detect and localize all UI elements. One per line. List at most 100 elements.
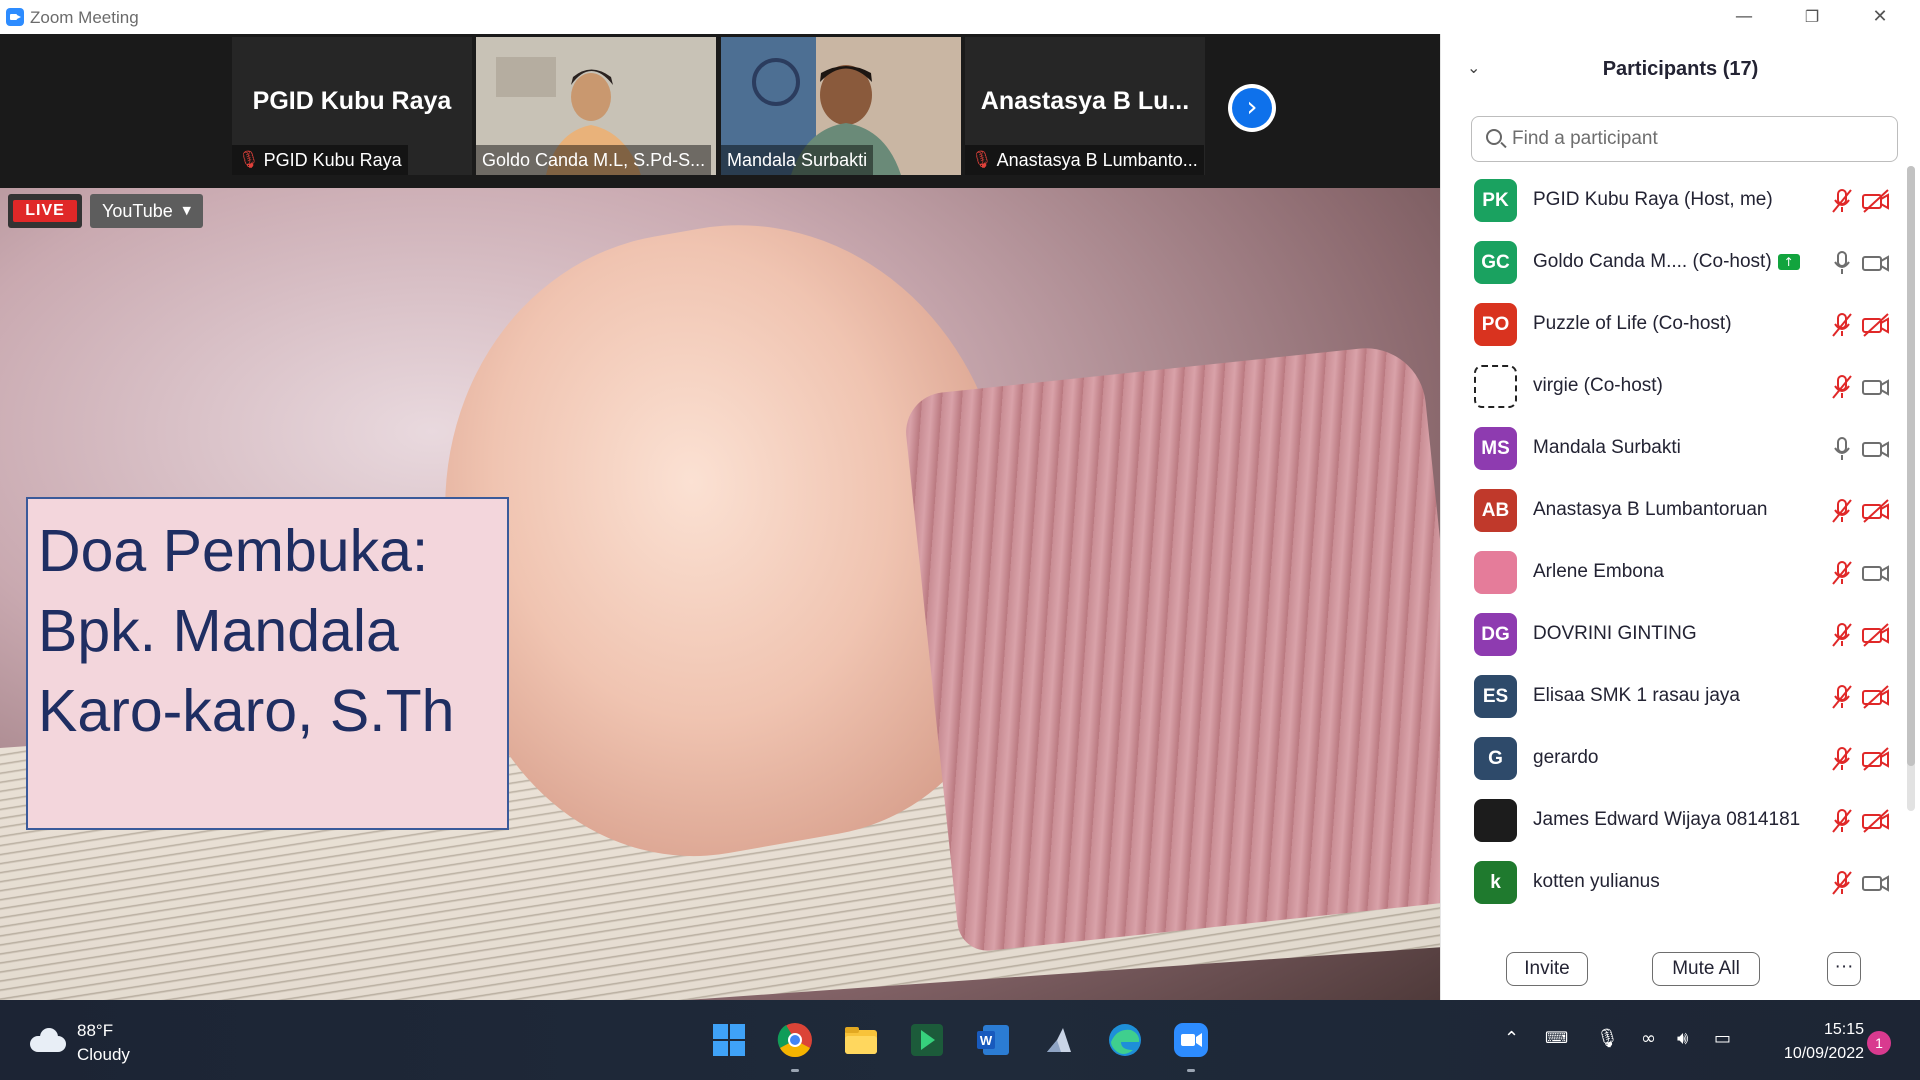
- participant-name-text: Mandala Surbakti: [1533, 437, 1681, 458]
- participant-row[interactable]: virgie (Co-host): [1441, 356, 1911, 418]
- participant-row[interactable]: Ggerardo: [1441, 728, 1911, 790]
- search-icon: [1486, 129, 1502, 145]
- clock-date[interactable]: 10/09/2022: [1758, 1045, 1864, 1063]
- word-icon[interactable]: W: [975, 1022, 1011, 1058]
- video-off-icon[interactable]: [1861, 312, 1891, 338]
- more-options-button[interactable]: ···: [1827, 952, 1861, 986]
- stream-dropdown[interactable]: YouTube ▼: [90, 194, 203, 228]
- battery-icon[interactable]: ▭: [1714, 1028, 1731, 1049]
- window-title: Zoom Meeting: [30, 8, 139, 27]
- participant-row[interactable]: k kotten yulianus: [1441, 852, 1911, 914]
- weather-description[interactable]: Cloudy: [77, 1045, 130, 1065]
- avatar: MS: [1474, 427, 1517, 470]
- stream-dropdown-label: YouTube: [102, 201, 173, 221]
- search-input[interactable]: [1512, 123, 1882, 155]
- keyboard-icon[interactable]: ⌨: [1545, 1028, 1568, 1047]
- mic-muted-icon[interactable]: [1831, 312, 1853, 338]
- zoom-app-icon: [6, 8, 24, 26]
- participant-name-text: gerardo: [1533, 747, 1599, 768]
- video-off-icon[interactable]: [1861, 498, 1891, 524]
- video-icon[interactable]: [1861, 560, 1891, 586]
- participant-row[interactable]: GC Goldo Canda M.... (Co-host) ↑: [1441, 232, 1911, 294]
- app-icon[interactable]: [1041, 1022, 1077, 1058]
- close-button[interactable]: ✕: [1848, 2, 1912, 32]
- video-icon[interactable]: [1861, 374, 1891, 400]
- taskbar: 88°F Cloudy W ⌃ ⌨ 🎙︎ ∞ 🔊︎ ▭ 15:15 10/09/…: [0, 1000, 1920, 1080]
- minimize-button[interactable]: —: [1712, 2, 1776, 32]
- slide-text-line: Doa Pembuka:: [38, 518, 429, 584]
- video-off-icon[interactable]: [1861, 684, 1891, 710]
- slide-text-box: Doa Pembuka: Bpk. Mandala Karo-karo, S.T…: [26, 497, 509, 830]
- scrollbar-thumb[interactable]: [1907, 166, 1915, 766]
- notification-badge[interactable]: 1: [1867, 1031, 1891, 1055]
- participant-name: Elisaa SMK 1 rasau jaya: [1533, 685, 1740, 707]
- clock-time[interactable]: 15:15: [1794, 1021, 1864, 1039]
- mute-all-button[interactable]: Mute All: [1652, 952, 1760, 986]
- invite-button[interactable]: Invite: [1506, 952, 1588, 986]
- participant-name-text: Anastasya B Lumbantoruan: [1533, 499, 1768, 520]
- participants-title: Participants (17): [1602, 58, 1759, 80]
- mic-muted-icon[interactable]: [1831, 498, 1853, 524]
- video-off-icon[interactable]: [1861, 746, 1891, 772]
- mic-muted-icon[interactable]: [1831, 746, 1853, 772]
- weather-temperature[interactable]: 88°F: [77, 1021, 113, 1041]
- chevron-right-icon: ›: [1232, 88, 1272, 128]
- next-page-button[interactable]: ›: [1228, 84, 1276, 132]
- avatar: G: [1474, 737, 1517, 780]
- app-icon[interactable]: [909, 1022, 945, 1058]
- participant-list: PK PGID Kubu Raya (Host, me) GC Goldo Canda…: [1441, 170, 1911, 960]
- video-tile-mandala[interactable]: Mandala Surbakti: [721, 37, 961, 175]
- video-tile-pgid[interactable]: PGID Kubu Raya 🎙︎ PGID Kubu Raya: [232, 37, 472, 175]
- mic-muted-icon[interactable]: [1831, 374, 1853, 400]
- participant-row[interactable]: DG DOVRINI GINTING: [1441, 604, 1911, 666]
- background-image-sleeve: [902, 342, 1440, 954]
- participant-row[interactable]: PO Puzzle of Life (Co-host): [1441, 294, 1911, 356]
- chevron-up-icon[interactable]: ⌃: [1504, 1028, 1519, 1049]
- participant-row[interactable]: James Edward Wijaya 0814181: [1441, 790, 1911, 852]
- video-icon[interactable]: [1861, 870, 1891, 896]
- participant-name-text: James Edward Wijaya 0814181: [1533, 809, 1801, 830]
- microphone-icon[interactable]: 🎙︎: [1596, 1028, 1619, 1049]
- mic-icon[interactable]: [1831, 250, 1853, 276]
- mic-muted-icon[interactable]: [1831, 684, 1853, 710]
- wifi-icon[interactable]: ∞: [1641, 1028, 1656, 1049]
- mic-muted-icon[interactable]: [1831, 188, 1853, 214]
- avatar: GC: [1474, 241, 1517, 284]
- mic-muted-icon[interactable]: [1831, 622, 1853, 648]
- participant-search[interactable]: [1471, 116, 1898, 162]
- volume-icon[interactable]: 🔊︎: [1677, 1028, 1688, 1049]
- participant-name: PGID Kubu Raya (Host, me): [1533, 189, 1773, 211]
- participant-row[interactable]: ES Elisaa SMK 1 rasau jaya: [1441, 666, 1911, 728]
- start-icon[interactable]: [711, 1022, 747, 1058]
- participant-row[interactable]: MS Mandala Surbakti: [1441, 418, 1911, 480]
- running-indicator: [791, 1069, 799, 1072]
- participant-row[interactable]: PK PGID Kubu Raya (Host, me): [1441, 170, 1911, 232]
- live-badge[interactable]: LIVE: [8, 194, 82, 228]
- mic-muted-icon[interactable]: [1831, 870, 1853, 896]
- tile-label-text: Mandala Surbakti: [727, 149, 868, 170]
- file-explorer-icon[interactable]: [843, 1022, 879, 1058]
- participant-row[interactable]: AB Anastasya B Lumbantoruan: [1441, 480, 1911, 542]
- participant-name: gerardo: [1533, 747, 1599, 769]
- video-off-icon[interactable]: [1861, 808, 1891, 834]
- participant-name: Arlene Embona: [1533, 561, 1664, 583]
- chrome-icon[interactable]: [777, 1022, 813, 1058]
- video-tile-anastasya[interactable]: Anastasya B Lu... 🎙︎ Anastasya B Lumbant…: [965, 37, 1205, 175]
- video-icon[interactable]: [1861, 436, 1891, 462]
- edge-icon[interactable]: [1107, 1022, 1143, 1058]
- participant-row[interactable]: Arlene Embona: [1441, 542, 1911, 604]
- scrollbar[interactable]: [1907, 166, 1915, 811]
- video-tile-goldo[interactable]: Goldo Canda M.L, S.Pd-S...: [476, 37, 716, 175]
- restore-button[interactable]: ❐: [1780, 2, 1844, 32]
- tile-label: 🎙︎ Anastasya B Lumbanto...: [965, 145, 1204, 175]
- video-icon[interactable]: [1861, 250, 1891, 276]
- cloudy-icon[interactable]: [30, 1026, 66, 1052]
- zoom-icon[interactable]: [1173, 1022, 1209, 1058]
- video-off-icon[interactable]: [1861, 188, 1891, 214]
- mic-muted-icon[interactable]: [1831, 560, 1853, 586]
- mic-muted-icon: 🎙︎: [238, 150, 260, 170]
- avatar: k: [1474, 861, 1517, 904]
- mic-icon[interactable]: [1831, 436, 1853, 462]
- video-off-icon[interactable]: [1861, 622, 1891, 648]
- mic-muted-icon[interactable]: [1831, 808, 1853, 834]
